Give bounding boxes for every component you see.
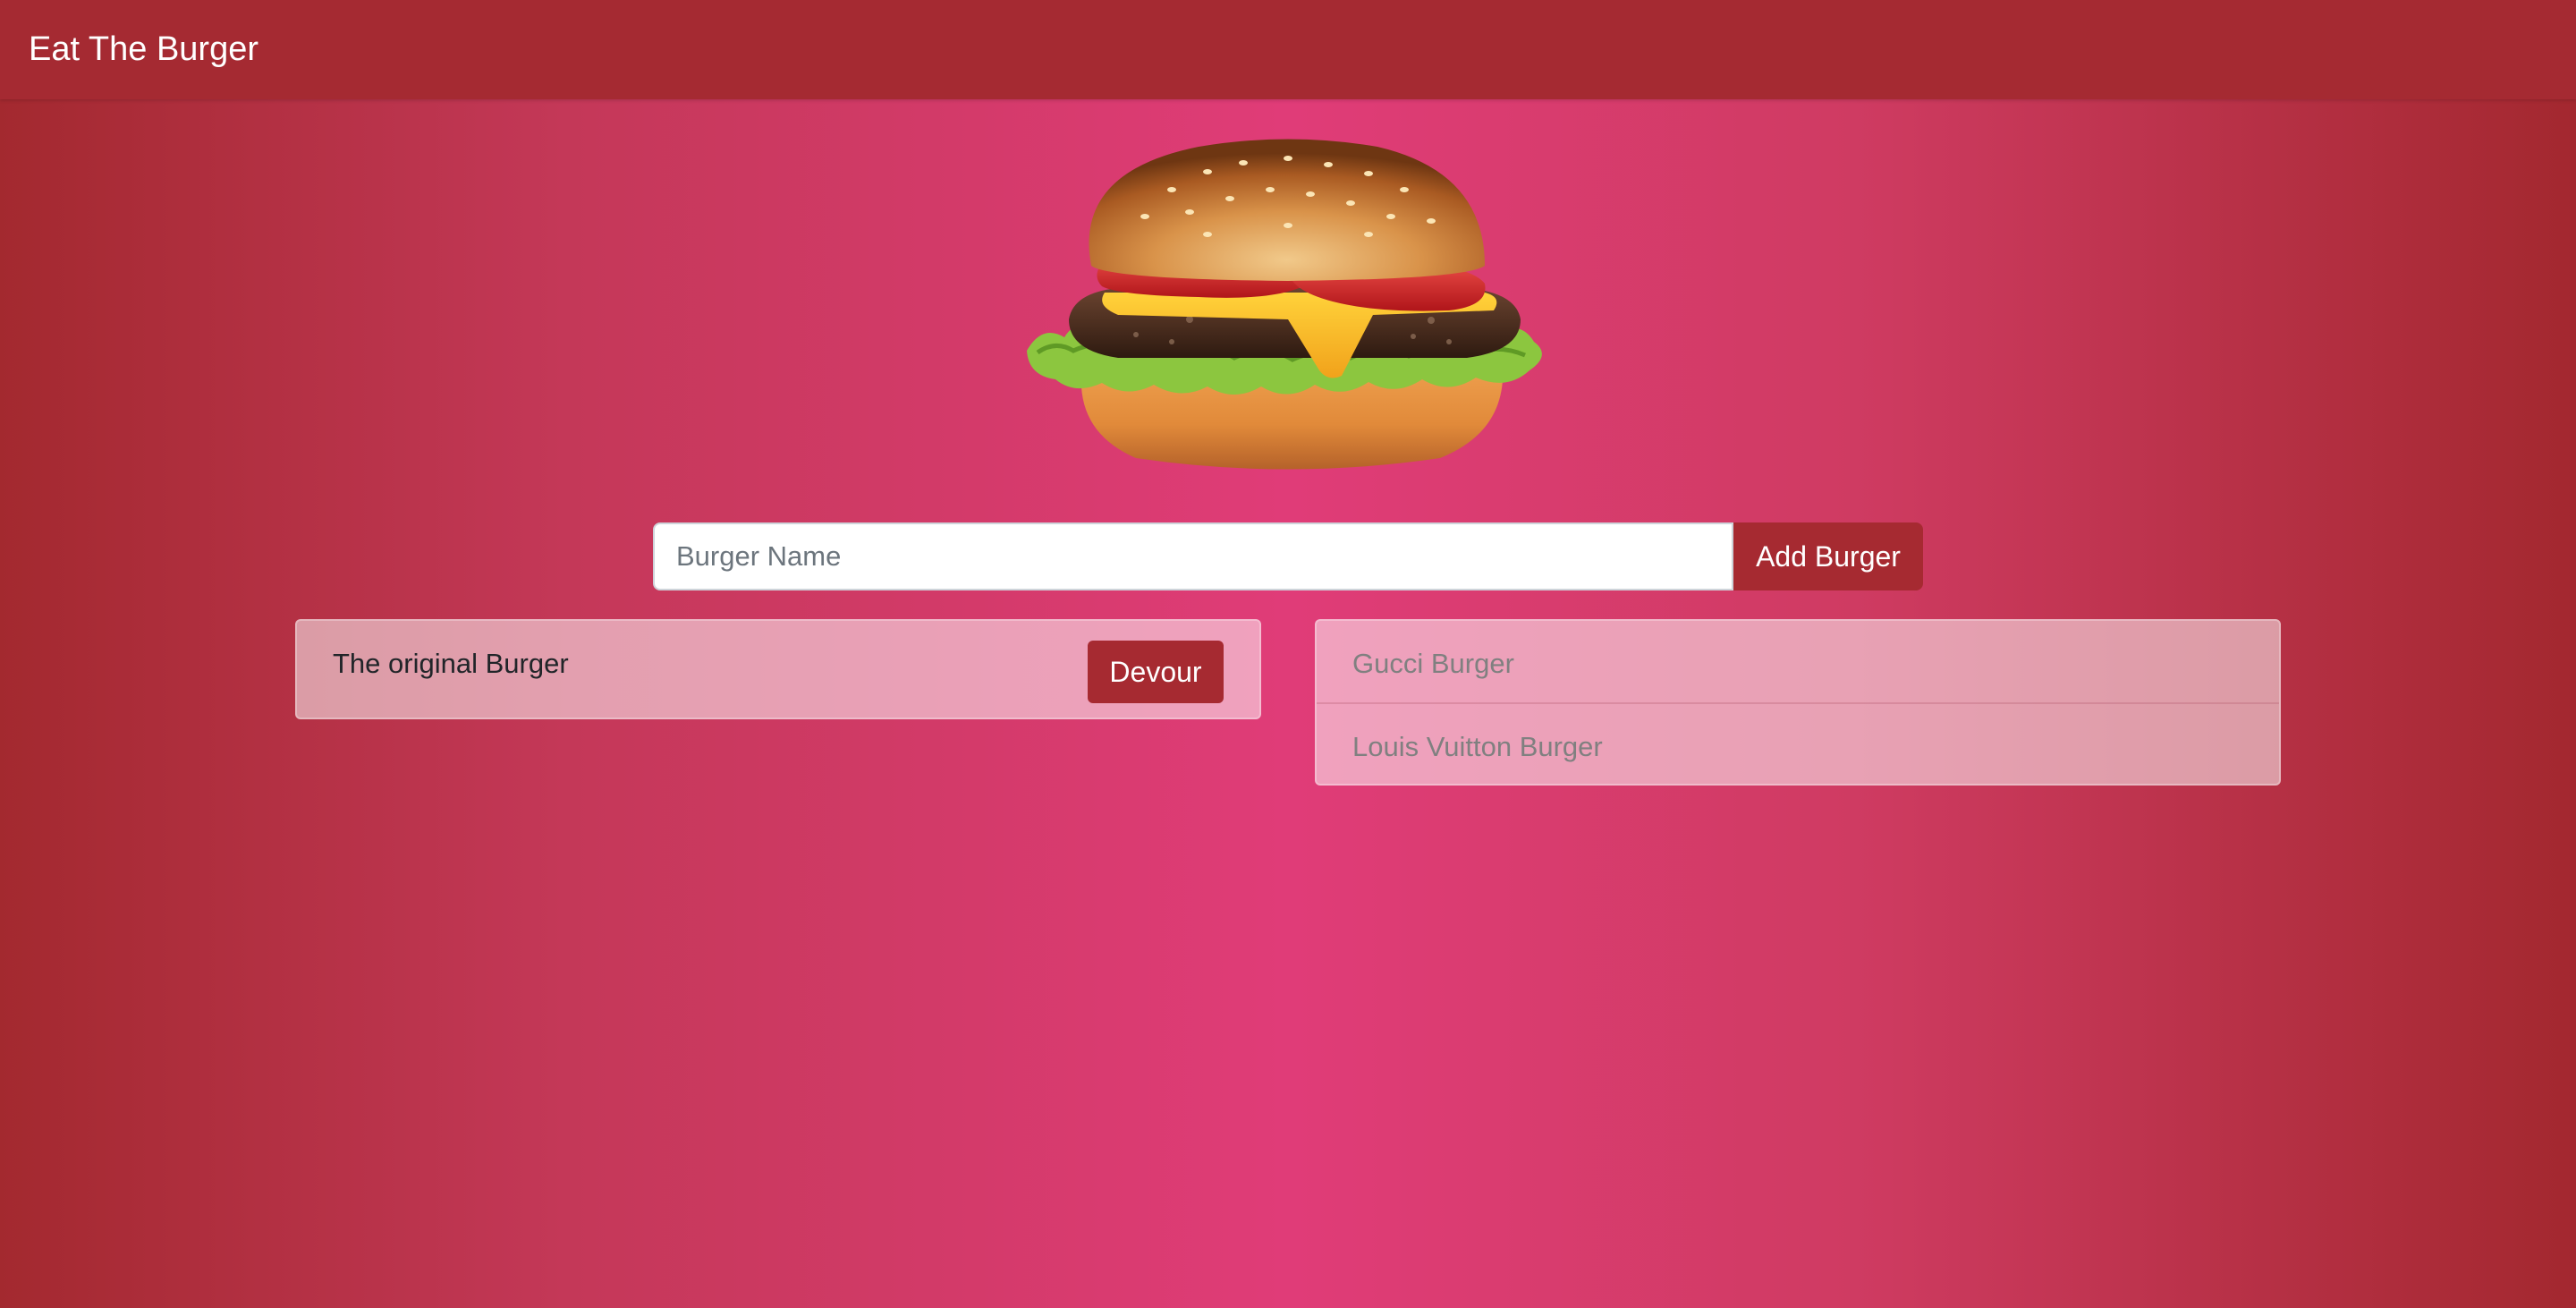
devoured-item-name: Louis Vuitton Burger xyxy=(1352,731,1603,762)
brand-title[interactable]: Eat The Burger xyxy=(29,27,258,72)
devoured-item: Gucci Burger xyxy=(1317,621,2279,702)
burger-item-name: The original Burger xyxy=(333,648,569,679)
hamburger-image xyxy=(1027,139,1542,470)
add-burger-button[interactable]: Add Burger xyxy=(1733,522,1923,590)
devour-button[interactable]: Devour xyxy=(1088,641,1224,703)
add-burger-form: Add Burger xyxy=(653,522,1923,590)
navbar: Eat The Burger xyxy=(0,0,2576,99)
devoured-item: Louis Vuitton Burger xyxy=(1317,702,2279,784)
devoured-burger-list: Gucci Burger Louis Vuitton Burger xyxy=(1315,619,2281,786)
burger-name-input[interactable] xyxy=(653,522,1733,590)
uneaten-burger-list: The original Burger Devour xyxy=(295,619,1261,719)
devoured-item-name: Gucci Burger xyxy=(1352,648,1514,679)
